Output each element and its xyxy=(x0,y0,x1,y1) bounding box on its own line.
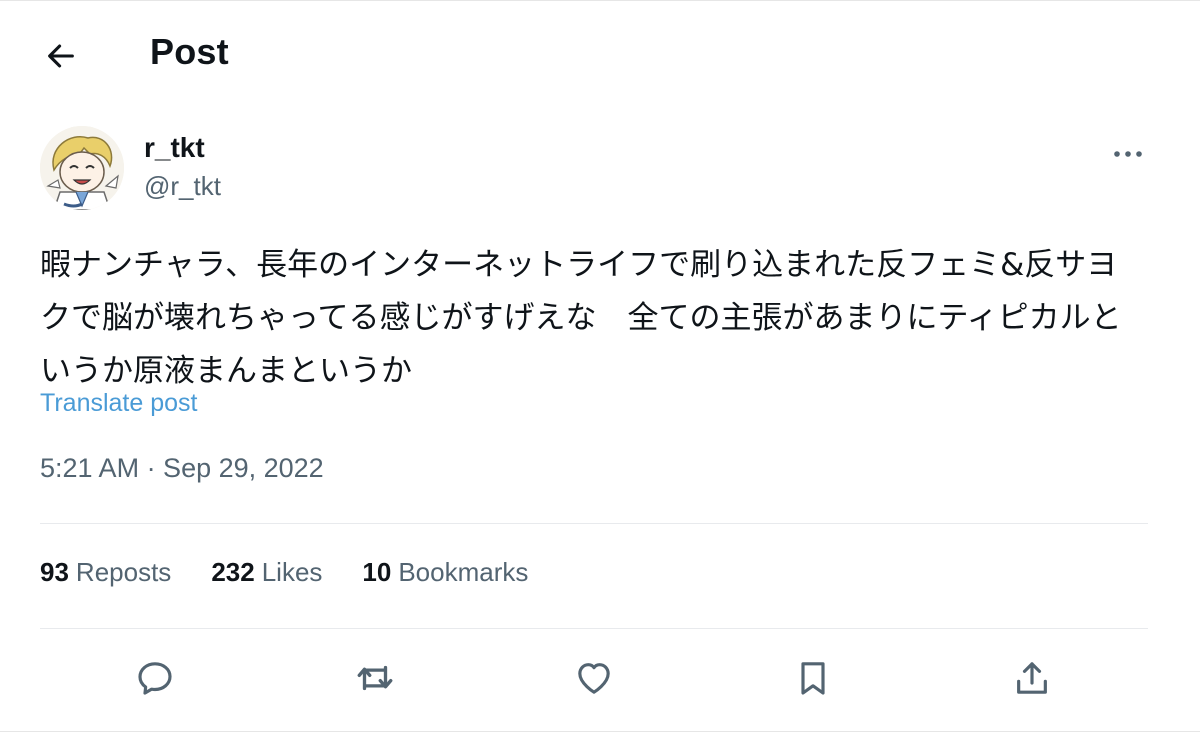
top-bar: Post xyxy=(0,1,1200,106)
post-detail-page: Post r_tkt @r_tkt 暇ナンチャラ、長年のインターネットライフで刷… xyxy=(0,0,1200,732)
divider xyxy=(40,628,1148,629)
display-name[interactable]: r_tkt xyxy=(144,132,205,164)
post-timestamp[interactable]: 5:21 AM · Sep 29, 2022 xyxy=(40,453,324,484)
user-handle[interactable]: @r_tkt xyxy=(144,171,221,202)
bookmarks-count: 10 xyxy=(362,557,392,587)
likes-stat[interactable]: 232 Likes xyxy=(211,557,322,597)
divider xyxy=(40,523,1148,524)
reposts-count: 93 xyxy=(40,557,69,587)
post-text-line: 暇ナンチャラ、長年のインターネットライフで刷り込まれた反フェミ&反サヨ xyxy=(40,247,1118,283)
likes-count: 232 xyxy=(211,557,255,587)
post-author: r_tkt @r_tkt xyxy=(40,126,1150,216)
avatar[interactable] xyxy=(40,126,124,210)
repost-button[interactable] xyxy=(350,653,400,703)
bookmark-button[interactable] xyxy=(788,653,838,703)
heart-icon xyxy=(578,663,610,694)
repost-icon xyxy=(357,665,393,691)
bookmarks-label: Bookmarks xyxy=(398,557,529,587)
reposts-stat[interactable]: 93 Reposts xyxy=(40,557,171,597)
back-button[interactable] xyxy=(38,33,84,79)
post-text: 暇ナンチャラ、長年のインターネットライフで刷り込まれた反フェミ&反サヨ クで脳が壊… xyxy=(40,239,1155,398)
bookmark-icon xyxy=(801,662,825,695)
reposts-label: Reposts xyxy=(75,557,172,587)
post-text-line: いうか原液まんまというか xyxy=(40,353,412,389)
action-bar xyxy=(0,645,1200,711)
page-title: Post xyxy=(150,31,229,72)
post-text-line: クで脳が壊れちゃってる感じがすげえな 全ての主張があまりにティピカルと xyxy=(40,300,1122,336)
share-icon xyxy=(1017,662,1047,694)
share-button[interactable] xyxy=(1007,653,1057,703)
like-button[interactable] xyxy=(569,653,619,703)
reply-button[interactable] xyxy=(130,653,180,703)
arrow-left-icon xyxy=(48,44,74,68)
post-stats: 93 Reposts 232 Likes 10 Bookmarks xyxy=(40,557,528,597)
more-button[interactable] xyxy=(1106,132,1150,176)
translate-post-link[interactable]: Translate post xyxy=(40,389,197,418)
reply-icon xyxy=(138,662,172,695)
bookmarks-stat[interactable]: 10 Bookmarks xyxy=(362,557,528,597)
likes-label: Likes xyxy=(261,557,323,587)
avatar-image xyxy=(40,126,124,210)
more-horizontal-icon xyxy=(1114,151,1142,157)
